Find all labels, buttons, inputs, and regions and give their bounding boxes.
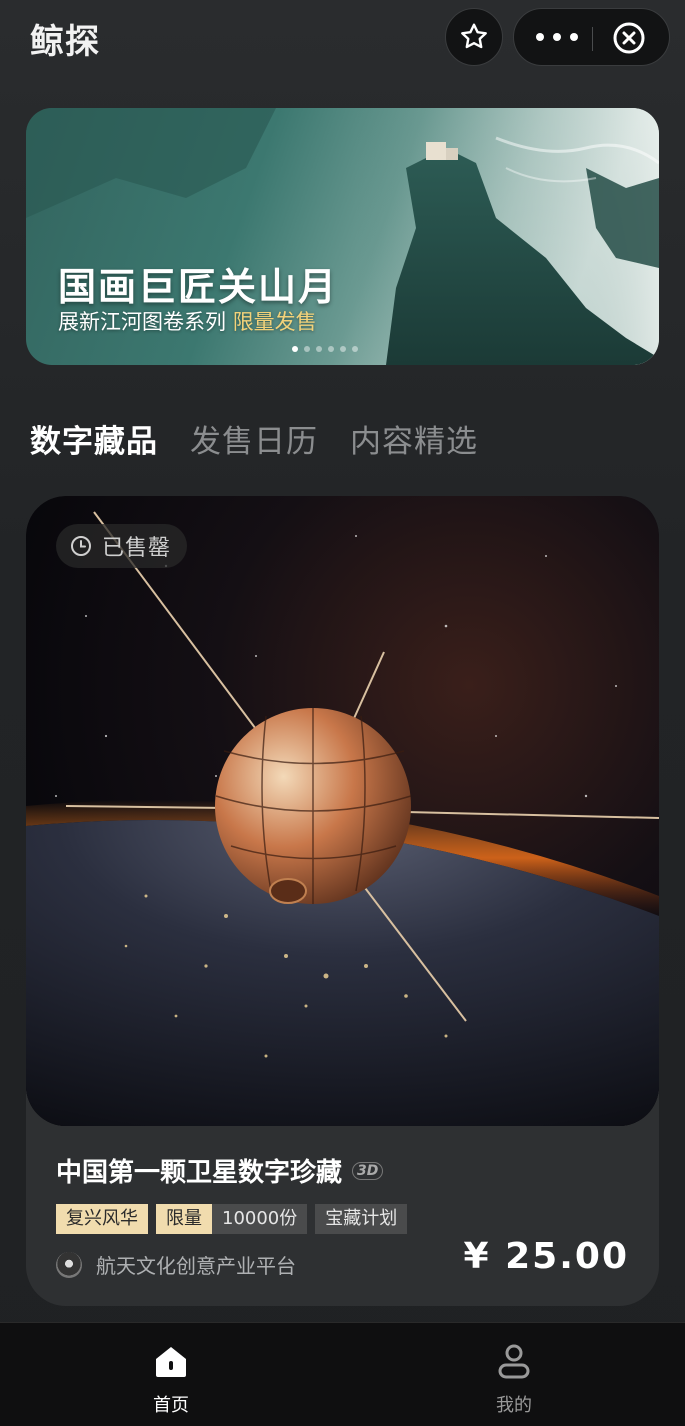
banner-subtitle: 展新江河图卷系列 限量发售 [58, 306, 317, 336]
close-circle-icon[interactable] [612, 21, 646, 55]
tab-sale-calendar[interactable]: 发售日历 [190, 416, 318, 461]
user-icon [498, 1344, 530, 1379]
top-bar: 鲸探 [0, 0, 685, 80]
more-button[interactable] [536, 21, 578, 53]
nav-mine[interactable]: 我的 [454, 1341, 574, 1417]
publisher-name: 航天文化创意产业平台 [96, 1254, 296, 1278]
series-tag: 复兴风华 [56, 1204, 148, 1234]
carousel-dot[interactable] [352, 346, 358, 352]
sold-out-badge: 已售罄 [56, 524, 188, 568]
tab-digital-collectibles[interactable]: 数字藏品 [30, 416, 158, 461]
more-dots-icon [536, 33, 544, 41]
nav-mine-label: 我的 [496, 1395, 532, 1416]
limit-label: 限量 [156, 1204, 212, 1234]
collectible-image: 已售罄 [26, 496, 659, 1126]
sold-out-label: 已售罄 [102, 536, 172, 561]
nav-home-label: 首页 [153, 1395, 189, 1416]
favorite-button[interactable] [445, 8, 503, 66]
collectible-card[interactable]: 已售罄 中国第一颗卫星数字珍藏 3D 复兴风华 限量 10000份 宝藏计划 航… [26, 496, 659, 1306]
app-title: 鲸探 [30, 22, 100, 62]
satellite-image [26, 496, 659, 1126]
carousel-dot[interactable] [340, 346, 346, 352]
clock-icon [71, 536, 91, 556]
category-tabs: 数字藏品 发售日历 内容精选 [30, 416, 478, 461]
collectible-tags: 复兴风华 限量 10000份 宝藏计划 [56, 1204, 408, 1234]
program-tag: 宝藏计划 [315, 1204, 408, 1234]
banner-subtitle-highlight: 限量发售 [232, 310, 317, 334]
nav-home[interactable]: 首页 [111, 1341, 231, 1417]
collectible-title: 中国第一颗卫星数字珍藏 3D [56, 1152, 384, 1189]
carousel-indicator [292, 346, 358, 352]
home-icon [156, 1347, 186, 1377]
tab-featured-content[interactable]: 内容精选 [350, 416, 478, 461]
promo-banner[interactable]: 国画巨匠关山月 展新江河图卷系列 限量发售 [26, 108, 659, 365]
star-icon [461, 23, 487, 49]
banner-subtitle-text: 展新江河图卷系列 [58, 310, 233, 334]
collectible-info: 中国第一颗卫星数字珍藏 3D 复兴风华 限量 10000份 宝藏计划 航天文化创… [26, 1126, 659, 1306]
carousel-dot[interactable] [304, 346, 310, 352]
limit-count: 10000份 [212, 1204, 308, 1234]
collectible-title-text: 中国第一颗卫星数字珍藏 [56, 1158, 343, 1188]
bottom-tab-bar: 首页 我的 [0, 1322, 685, 1426]
3d-icon: 3D [352, 1161, 384, 1180]
carousel-dot[interactable] [316, 346, 322, 352]
banner-title: 国画巨匠关山月 [58, 265, 339, 309]
carousel-dot[interactable] [328, 346, 334, 352]
capsule-divider [592, 27, 593, 51]
publisher[interactable]: 航天文化创意产业平台 [56, 1250, 296, 1279]
publisher-avatar [56, 1251, 82, 1278]
app-page: 鲸探 国画巨匠关山月 展新江河图卷系列 限量发售 数字藏品 发售日历 内容精选 … [0, 0, 685, 1426]
mini-program-capsule [513, 8, 670, 66]
limit-tag: 限量 10000份 [156, 1204, 308, 1234]
price: ¥ 25.00 [463, 1236, 629, 1277]
carousel-dot[interactable] [292, 346, 298, 352]
